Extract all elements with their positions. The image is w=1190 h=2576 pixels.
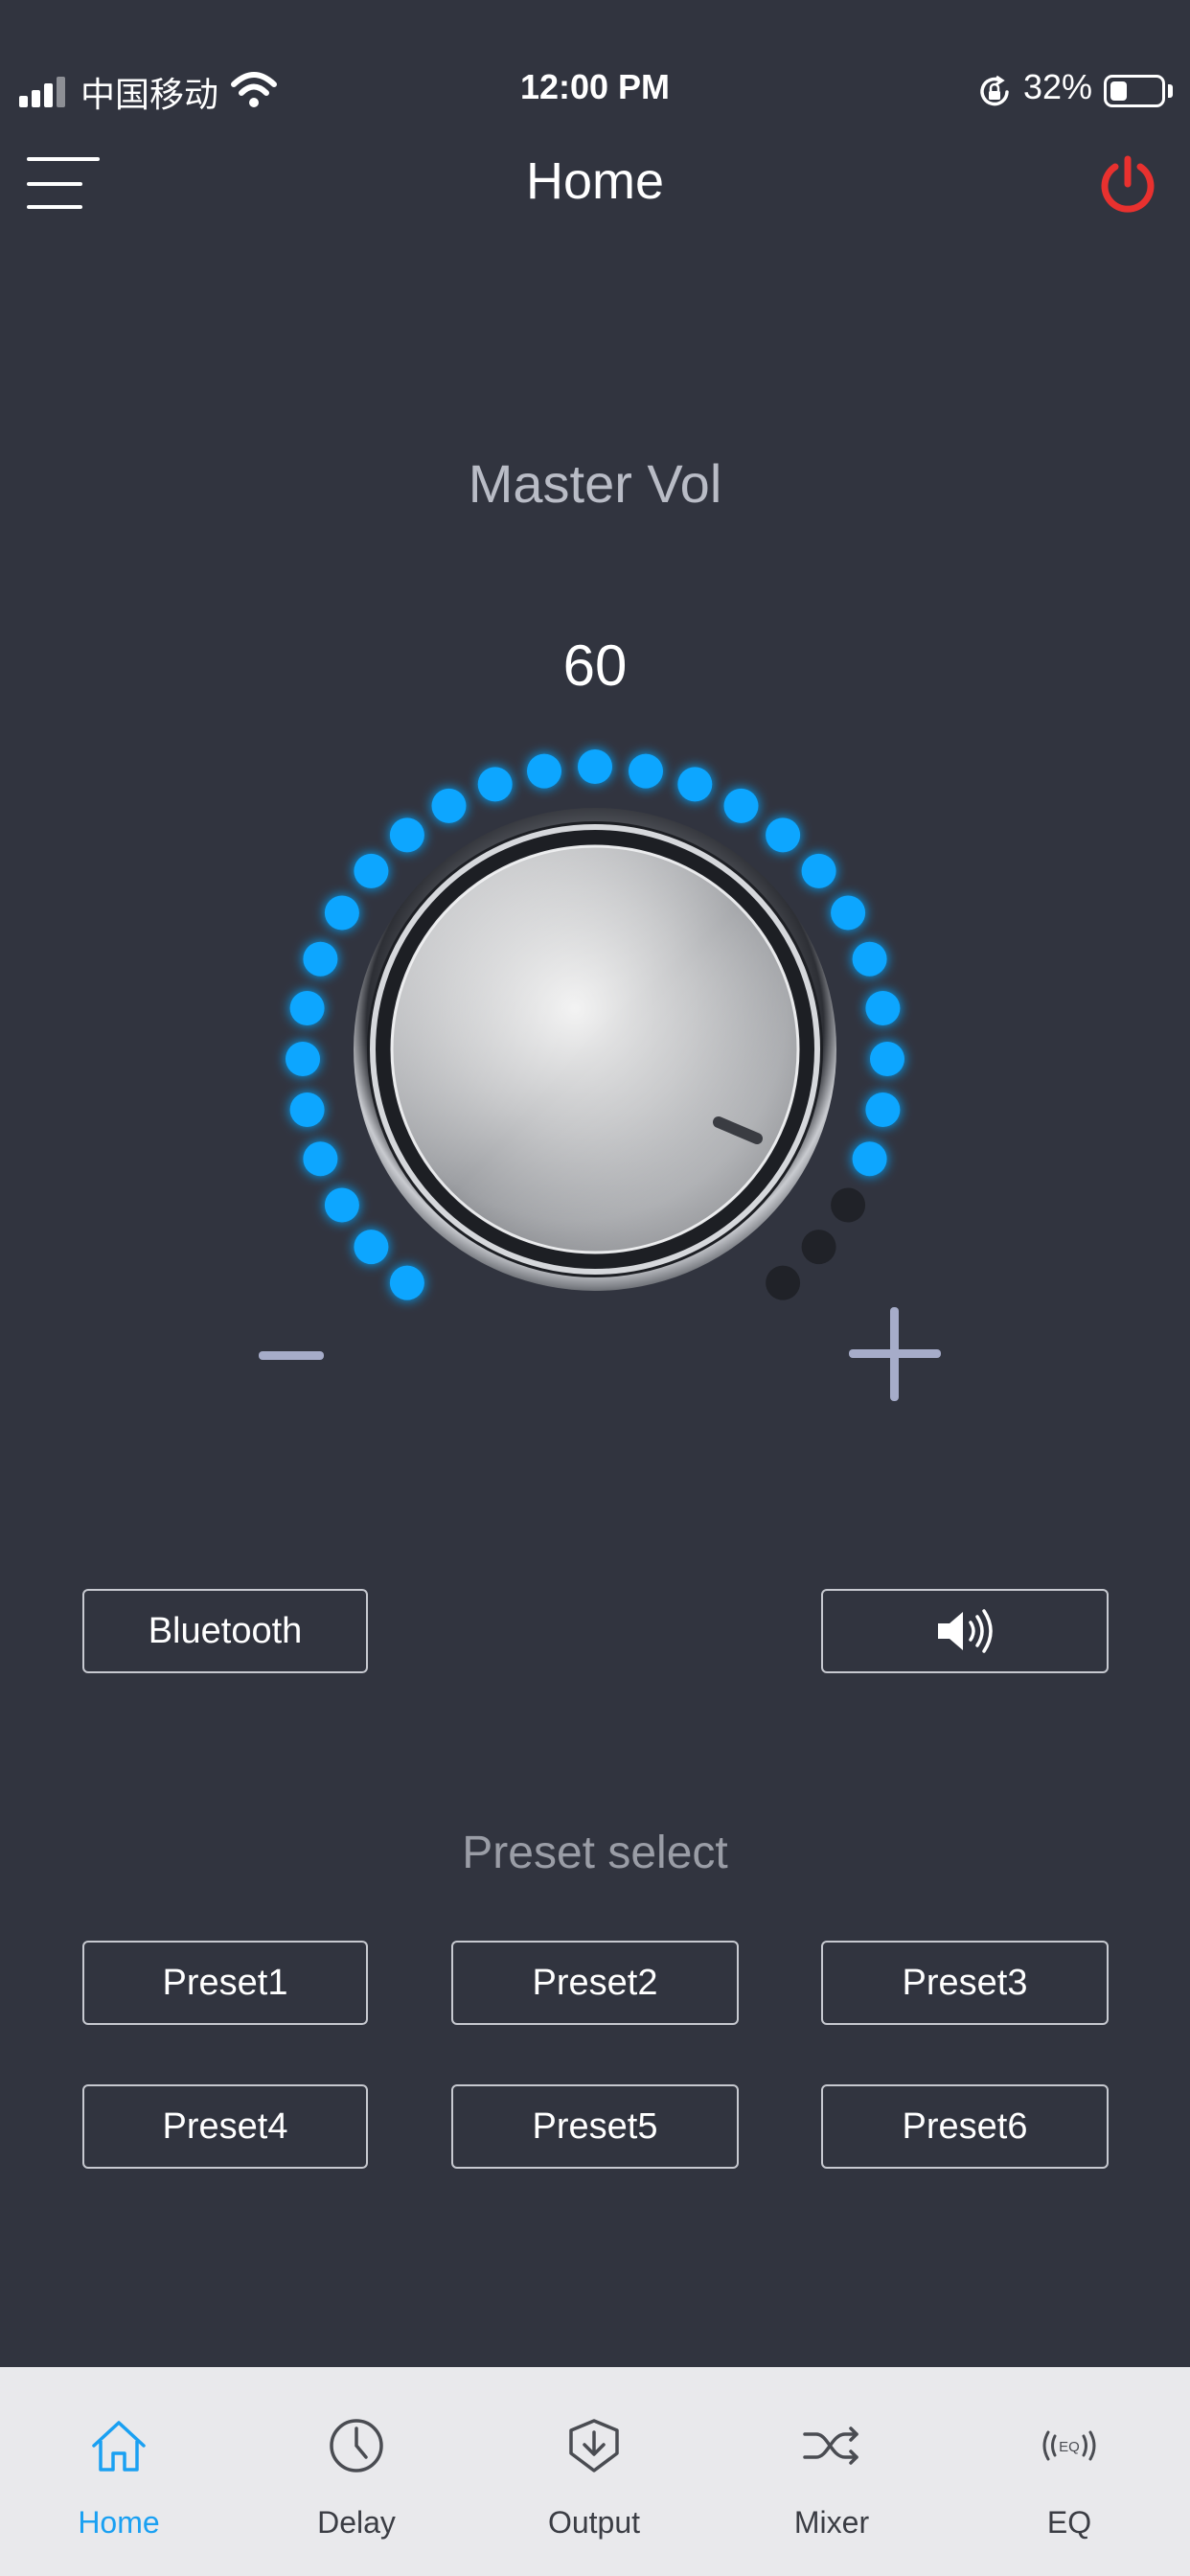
tab-delay[interactable]: Delay: [261, 2367, 452, 2576]
preset-label: Preset6: [902, 2105, 1028, 2147]
level-dot-active: [354, 1230, 389, 1265]
preset-3-button[interactable]: Preset3: [821, 1941, 1109, 2025]
speaker-button[interactable]: [821, 1589, 1109, 1673]
level-dot-active: [677, 767, 713, 802]
level-dot-active: [865, 1092, 901, 1127]
level-dot-active: [324, 895, 359, 931]
battery-icon: [1104, 75, 1165, 107]
preset-label: Preset1: [162, 1962, 288, 2003]
level-dot-active: [303, 941, 338, 977]
page-title: Home: [525, 152, 665, 210]
volume-value: 60: [562, 633, 628, 698]
rotation-lock-icon: [980, 75, 1009, 106]
volume-up-button[interactable]: [841, 1301, 949, 1409]
knob-sheen: [392, 846, 798, 1253]
level-dot-active: [527, 753, 561, 789]
bluetooth-button[interactable]: Bluetooth: [82, 1589, 368, 1673]
preset-5-button[interactable]: Preset5: [451, 2084, 739, 2169]
speaker-icon: [938, 1609, 993, 1653]
preset-label: Preset2: [532, 1962, 658, 2003]
volume-knob[interactable]: [268, 738, 922, 1313]
level-dot-active: [831, 895, 866, 931]
battery-percent: 32%: [1023, 67, 1093, 106]
level-dot-active: [389, 817, 424, 853]
level-dot-active: [723, 788, 759, 823]
preset-4-button[interactable]: Preset4: [82, 2084, 368, 2169]
volume-down-button[interactable]: [251, 1336, 332, 1374]
level-dot-active: [289, 1092, 325, 1127]
level-dot-active: [852, 941, 887, 977]
preset-2-button[interactable]: Preset2: [451, 1941, 739, 2025]
level-dot-active: [629, 753, 663, 789]
output-icon: [569, 2419, 619, 2472]
level-dot-inactive: [766, 1265, 801, 1300]
shuffle-icon: [803, 2426, 858, 2465]
tab-label: Output: [547, 2505, 641, 2540]
master-vol-label: Master Vol: [468, 453, 722, 514]
level-dot-inactive: [831, 1187, 866, 1223]
tab-label: Delay: [317, 2505, 396, 2540]
clock-icon: [330, 2419, 383, 2472]
svg-text:EQ: EQ: [1059, 2439, 1080, 2455]
preset-1-button[interactable]: Preset1: [82, 1941, 368, 2025]
tab-bar: Home Delay Output Mixer EQ EQ: [0, 2367, 1190, 2576]
level-dot-active: [303, 1141, 338, 1177]
level-dot-active: [870, 1042, 904, 1076]
level-dot-active: [286, 1042, 320, 1076]
level-dot-active: [578, 749, 612, 784]
level-dot-active: [431, 788, 467, 823]
level-dot-active: [766, 817, 801, 853]
level-dot-active: [801, 853, 836, 888]
tab-output[interactable]: Output: [498, 2367, 690, 2576]
tab-eq[interactable]: EQ EQ: [973, 2367, 1165, 2576]
preset-6-button[interactable]: Preset6: [821, 2084, 1109, 2169]
level-dot-active: [389, 1265, 424, 1300]
level-dot-active: [865, 991, 901, 1025]
preset-label: Preset4: [162, 2105, 288, 2147]
tab-label: Mixer: [793, 2505, 870, 2540]
eq-icon: EQ: [1042, 2430, 1096, 2461]
preset-select-label: Preset select: [462, 1828, 728, 1878]
level-dot-active: [852, 1141, 887, 1177]
tab-mixer[interactable]: Mixer: [736, 2367, 927, 2576]
battery-tip: [1168, 84, 1173, 98]
level-dot-active: [354, 853, 389, 888]
level-dot-inactive: [801, 1230, 836, 1265]
level-dot-active: [324, 1187, 359, 1223]
tab-label: Home: [78, 2505, 160, 2540]
preset-label: Preset3: [902, 1962, 1028, 2003]
level-dot-active: [289, 991, 325, 1025]
preset-label: Preset5: [532, 2105, 658, 2147]
power-icon[interactable]: [1096, 153, 1159, 217]
level-dot-active: [477, 767, 513, 802]
home-icon: [92, 2421, 146, 2472]
tab-label: EQ: [1046, 2505, 1092, 2540]
bluetooth-button-label: Bluetooth: [148, 1610, 303, 1651]
tab-home[interactable]: Home: [23, 2367, 215, 2576]
